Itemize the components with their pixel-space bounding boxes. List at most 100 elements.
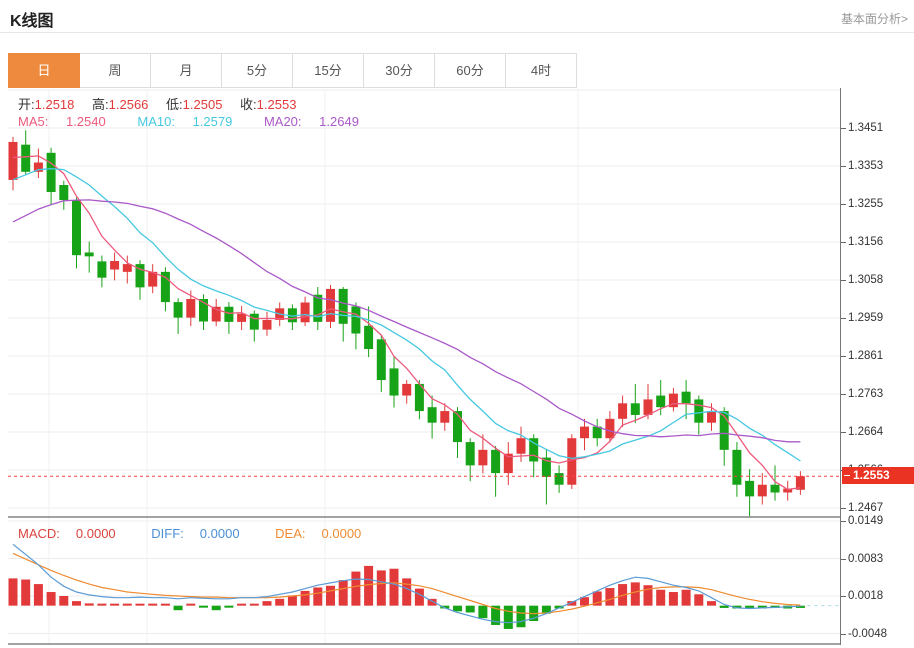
candle[interactable]: [364, 326, 373, 349]
macd-bar[interactable]: [123, 604, 132, 606]
candle[interactable]: [580, 427, 589, 439]
macd-bar[interactable]: [97, 604, 106, 606]
candle[interactable]: [656, 396, 665, 408]
candle[interactable]: [250, 314, 259, 330]
candle[interactable]: [567, 438, 576, 485]
macd-bar[interactable]: [707, 601, 716, 606]
candle[interactable]: [605, 419, 614, 438]
macd-bar[interactable]: [656, 590, 665, 606]
macd-bar[interactable]: [9, 578, 18, 605]
candle[interactable]: [707, 411, 716, 423]
candle[interactable]: [618, 403, 627, 419]
macd-bar[interactable]: [212, 606, 221, 611]
candle[interactable]: [453, 411, 462, 442]
macd-bar[interactable]: [186, 604, 195, 606]
candle[interactable]: [326, 289, 335, 322]
tab-60min[interactable]: 60分: [434, 53, 506, 88]
candle[interactable]: [631, 403, 640, 415]
tab-5min[interactable]: 5分: [221, 53, 293, 88]
macd-bar[interactable]: [288, 595, 297, 605]
tab-month[interactable]: 月: [150, 53, 222, 88]
candle[interactable]: [263, 320, 272, 330]
tab-15min[interactable]: 15分: [292, 53, 364, 88]
macd-bar[interactable]: [377, 570, 386, 605]
tab-30min[interactable]: 30分: [363, 53, 435, 88]
tab-day[interactable]: 日: [8, 53, 80, 88]
candle[interactable]: [72, 200, 81, 255]
macd-bar[interactable]: [694, 594, 703, 605]
macd-bar[interactable]: [224, 606, 233, 608]
macd-bar[interactable]: [326, 586, 335, 606]
macd-bar[interactable]: [237, 604, 246, 606]
candle[interactable]: [237, 314, 246, 322]
candle[interactable]: [224, 307, 233, 322]
candle[interactable]: [174, 302, 183, 318]
candle[interactable]: [682, 392, 691, 404]
macd-bar[interactable]: [263, 601, 272, 606]
candle[interactable]: [110, 261, 119, 270]
candle[interactable]: [377, 339, 386, 380]
macd-bar[interactable]: [161, 604, 170, 606]
macd-bar[interactable]: [199, 606, 208, 608]
macd-bar[interactable]: [453, 606, 462, 612]
candle[interactable]: [85, 252, 94, 256]
candle[interactable]: [758, 485, 767, 497]
macd-bar[interactable]: [504, 606, 513, 629]
macd-bar[interactable]: [59, 596, 68, 606]
candle[interactable]: [428, 407, 437, 423]
macd-bar[interactable]: [72, 601, 81, 606]
macd-bar[interactable]: [301, 591, 310, 606]
candle[interactable]: [466, 442, 475, 465]
macd-bar[interactable]: [364, 566, 373, 606]
candlestick-chart[interactable]: [8, 88, 840, 645]
macd-bar[interactable]: [478, 606, 487, 619]
candle[interactable]: [97, 261, 106, 277]
candle[interactable]: [21, 145, 30, 172]
macd-bar[interactable]: [415, 589, 424, 606]
tab-4hour[interactable]: 4时: [505, 53, 577, 88]
candle[interactable]: [745, 481, 754, 497]
macd-bar[interactable]: [85, 603, 94, 605]
candle[interactable]: [402, 384, 411, 396]
macd-bar[interactable]: [351, 572, 360, 606]
macd-bar[interactable]: [631, 582, 640, 605]
candle[interactable]: [644, 399, 653, 415]
candle[interactable]: [123, 264, 132, 272]
macd-bar[interactable]: [275, 599, 284, 606]
macd-bar[interactable]: [174, 606, 183, 611]
candle[interactable]: [351, 306, 360, 333]
macd-bar[interactable]: [47, 592, 56, 606]
candle[interactable]: [47, 153, 56, 192]
macd-bar[interactable]: [517, 606, 526, 628]
macd-bar[interactable]: [21, 580, 30, 606]
macd-bar[interactable]: [466, 606, 475, 613]
macd-bar[interactable]: [682, 590, 691, 606]
candle[interactable]: [59, 185, 68, 200]
macd-bar[interactable]: [34, 584, 43, 606]
macd-bar[interactable]: [669, 592, 678, 606]
candle[interactable]: [339, 289, 348, 324]
candle[interactable]: [390, 368, 399, 395]
macd-bar[interactable]: [720, 606, 729, 608]
candle[interactable]: [491, 450, 500, 473]
macd-bar[interactable]: [110, 604, 119, 606]
candle[interactable]: [186, 299, 195, 318]
fundamental-analysis-link[interactable]: 基本面分析>: [841, 10, 908, 27]
macd-bar[interactable]: [339, 580, 348, 606]
macd-bar[interactable]: [390, 569, 399, 606]
candle[interactable]: [301, 302, 310, 322]
macd-bar[interactable]: [605, 588, 614, 606]
macd-bar[interactable]: [402, 578, 411, 605]
macd-bar[interactable]: [148, 604, 157, 606]
candle[interactable]: [517, 438, 526, 454]
macd-bar[interactable]: [250, 604, 259, 606]
candle[interactable]: [732, 450, 741, 485]
candle[interactable]: [771, 485, 780, 493]
candle[interactable]: [478, 450, 487, 466]
macd-bar[interactable]: [313, 587, 322, 605]
candle[interactable]: [694, 399, 703, 422]
candle[interactable]: [440, 411, 449, 423]
macd-bar[interactable]: [136, 604, 145, 606]
tab-week[interactable]: 周: [79, 53, 151, 88]
macd-bar[interactable]: [745, 606, 754, 608]
